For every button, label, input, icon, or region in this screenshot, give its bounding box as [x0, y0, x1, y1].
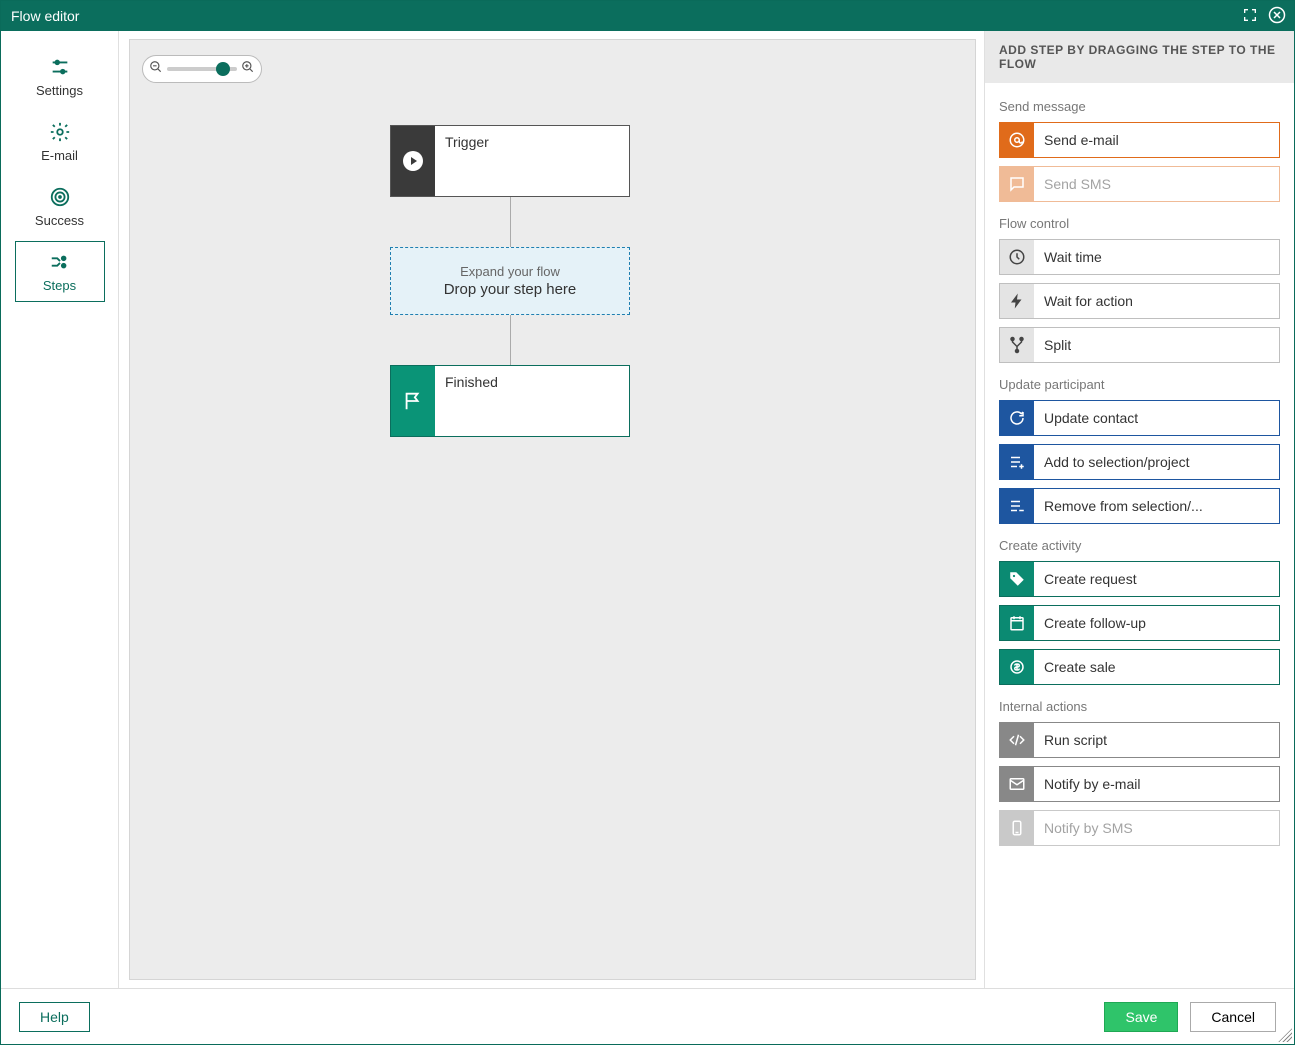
- titlebar: Flow editor: [1, 1, 1294, 31]
- group-label-internal-actions: Internal actions: [999, 699, 1280, 714]
- code-icon: [1000, 723, 1034, 757]
- steps-icon: [48, 250, 72, 274]
- step-label: Wait time: [1034, 249, 1102, 265]
- nav-label: Settings: [36, 83, 83, 98]
- node-label: Finished: [435, 366, 629, 436]
- step-label: Run script: [1034, 732, 1107, 748]
- nav-label: E-mail: [41, 148, 78, 163]
- step-create-followup[interactable]: Create follow-up: [999, 605, 1280, 641]
- zoom-in-icon[interactable]: [241, 60, 255, 79]
- step-label: Update contact: [1034, 410, 1138, 426]
- gear-icon: [49, 120, 71, 144]
- zoom-control[interactable]: [142, 55, 262, 83]
- step-label: Notify by e-mail: [1034, 776, 1140, 792]
- group-label-update-participant: Update participant: [999, 377, 1280, 392]
- nav-settings[interactable]: Settings: [15, 46, 105, 107]
- zoom-thumb[interactable]: [216, 62, 230, 76]
- flag-icon: [391, 366, 435, 436]
- save-button[interactable]: Save: [1104, 1002, 1178, 1032]
- resize-grip[interactable]: [1278, 1028, 1292, 1042]
- footer: Help Save Cancel: [1, 988, 1294, 1044]
- sliders-icon: [49, 55, 71, 79]
- connector: [510, 315, 511, 365]
- fullscreen-icon[interactable]: [1242, 7, 1258, 26]
- step-update-contact[interactable]: Update contact: [999, 400, 1280, 436]
- panel-body: Send message Send e-mail Send SMS Flow c…: [985, 83, 1294, 988]
- step-wait-time[interactable]: Wait time: [999, 239, 1280, 275]
- dropzone-main: Drop your step here: [444, 281, 577, 298]
- step-label: Create request: [1034, 571, 1137, 587]
- flow-layout: Trigger Expand your flow Drop your step …: [390, 125, 630, 437]
- window-title: Flow editor: [11, 8, 79, 24]
- flow-canvas[interactable]: Trigger Expand your flow Drop your step …: [129, 39, 976, 980]
- step-send-email[interactable]: Send e-mail: [999, 122, 1280, 158]
- zoom-slider[interactable]: [167, 67, 237, 71]
- panel-header: ADD STEP BY DRAGGING THE STEP TO THE FLO…: [985, 31, 1294, 83]
- step-label: Notify by SMS: [1034, 820, 1133, 836]
- step-label: Create follow-up: [1034, 615, 1146, 631]
- nav-success[interactable]: Success: [15, 176, 105, 237]
- zoom-out-icon[interactable]: [149, 60, 163, 79]
- step-notify-email[interactable]: Notify by e-mail: [999, 766, 1280, 802]
- step-label: Create sale: [1034, 659, 1116, 675]
- close-icon[interactable]: [1268, 6, 1286, 27]
- sale-icon: [1000, 650, 1034, 684]
- step-create-request[interactable]: Create request: [999, 561, 1280, 597]
- at-icon: [1000, 123, 1034, 157]
- connector: [510, 197, 511, 247]
- cancel-button[interactable]: Cancel: [1190, 1002, 1276, 1032]
- step-send-sms: Send SMS: [999, 166, 1280, 202]
- group-label-send-message: Send message: [999, 99, 1280, 114]
- calendar-icon: [1000, 606, 1034, 640]
- step-label: Send SMS: [1034, 176, 1111, 192]
- step-label: Split: [1034, 337, 1071, 353]
- node-finished[interactable]: Finished: [390, 365, 630, 437]
- nav-email[interactable]: E-mail: [15, 111, 105, 172]
- step-label: Add to selection/project: [1034, 454, 1190, 470]
- node-trigger[interactable]: Trigger: [390, 125, 630, 197]
- node-label: Trigger: [435, 126, 629, 196]
- step-add-selection[interactable]: Add to selection/project: [999, 444, 1280, 480]
- target-icon: [49, 185, 71, 209]
- sms-icon: [1000, 811, 1034, 845]
- bolt-icon: [1000, 284, 1034, 318]
- mail-icon: [1000, 767, 1034, 801]
- step-label: Remove from selection/...: [1034, 498, 1203, 514]
- step-label: Wait for action: [1034, 293, 1133, 309]
- flow-editor-window: Flow editor Settings E-mail: [0, 0, 1295, 1045]
- clock-icon: [1000, 240, 1034, 274]
- step-split[interactable]: Split: [999, 327, 1280, 363]
- group-label-flow-control: Flow control: [999, 216, 1280, 231]
- help-button[interactable]: Help: [19, 1002, 90, 1032]
- dropzone[interactable]: Expand your flow Drop your step here: [390, 247, 630, 315]
- refresh-icon: [1000, 401, 1034, 435]
- sidebar: Settings E-mail Success Steps: [1, 31, 119, 988]
- group-label-create-activity: Create activity: [999, 538, 1280, 553]
- body: Settings E-mail Success Steps: [1, 31, 1294, 988]
- chat-icon: [1000, 167, 1034, 201]
- step-remove-selection[interactable]: Remove from selection/...: [999, 488, 1280, 524]
- steps-panel: ADD STEP BY DRAGGING THE STEP TO THE FLO…: [984, 31, 1294, 988]
- step-run-script[interactable]: Run script: [999, 722, 1280, 758]
- nav-label: Steps: [43, 278, 76, 293]
- step-notify-sms: Notify by SMS: [999, 810, 1280, 846]
- step-wait-action[interactable]: Wait for action: [999, 283, 1280, 319]
- step-label: Send e-mail: [1034, 132, 1119, 148]
- split-icon: [1000, 328, 1034, 362]
- nav-steps[interactable]: Steps: [15, 241, 105, 302]
- step-create-sale[interactable]: Create sale: [999, 649, 1280, 685]
- nav-label: Success: [35, 213, 84, 228]
- play-icon: [391, 126, 435, 196]
- list-remove-icon: [1000, 489, 1034, 523]
- tag-icon: [1000, 562, 1034, 596]
- dropzone-title: Expand your flow: [460, 264, 560, 279]
- list-add-icon: [1000, 445, 1034, 479]
